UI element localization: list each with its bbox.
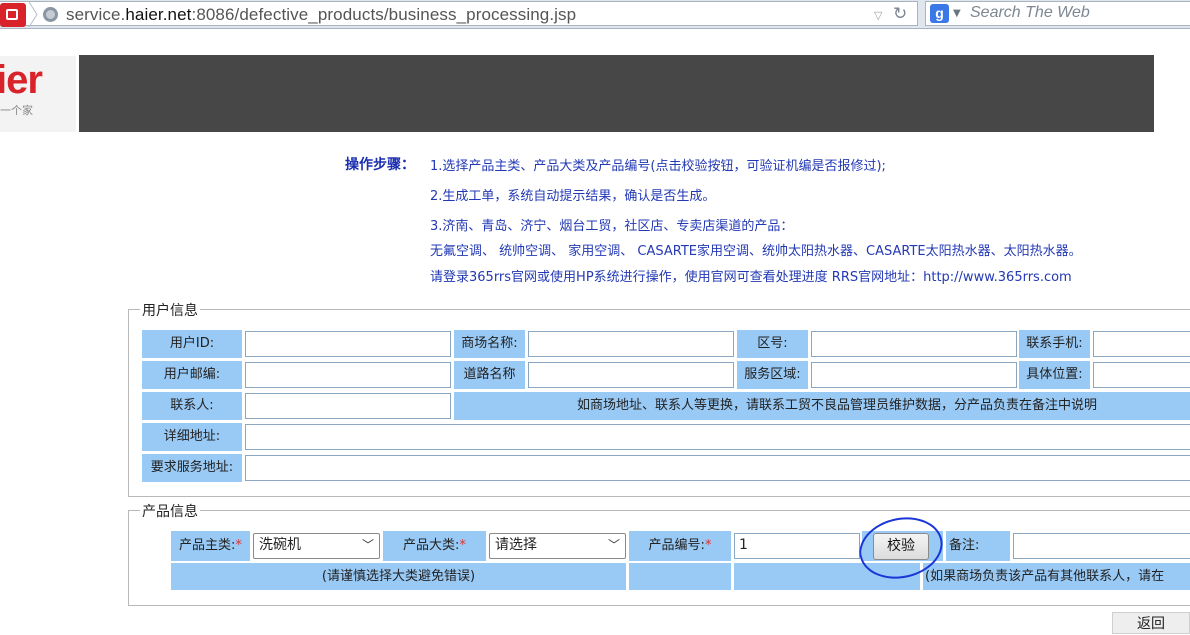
mobile-input[interactable]: [1093, 331, 1190, 357]
reload-icon[interactable]: ↻: [893, 4, 907, 24]
browser-toolbar: service.haier.net:8086/defective_product…: [0, 0, 1190, 29]
user-id-input[interactable]: [245, 331, 451, 357]
postcode-input[interactable]: [245, 362, 451, 388]
label-user-id: 用户ID:: [142, 330, 242, 358]
label-address: 详细地址:: [142, 423, 242, 451]
step-line-2: 2.生成工单，系统自动提示结果，确认是否生成。: [430, 189, 716, 204]
breadcrumb-arrow-icon: [28, 2, 38, 27]
contact-input[interactable]: [245, 393, 451, 419]
chevron-down-icon: ﹀: [361, 538, 374, 552]
category-select[interactable]: 请选择 ﹀: [489, 533, 626, 559]
haier-logo[interactable]: ier 一个家: [0, 56, 76, 132]
step-line-4: 无氟空调、 统帅空调、 家用空调、 CASARTE家用空调、统帅太阳热水器、CA…: [430, 244, 1082, 259]
web-search-box[interactable]: g ▼ Search The Web: [925, 1, 1190, 26]
logo-text: ier: [0, 58, 43, 102]
category-hint: (请谨慎选择大类避免错误): [171, 563, 626, 590]
header-banner: [79, 55, 1154, 132]
globe-icon: [43, 7, 58, 22]
label-remark: 备注:: [946, 531, 1010, 561]
label-postcode: 用户邮编:: [142, 361, 242, 389]
contact-change-notice: 如商场地址、联系人等更换，请联系工贸不良品管理员维护数据，分产品负责在备注中说明: [454, 392, 1190, 420]
product-code-input[interactable]: 1: [734, 533, 860, 559]
logo-subtext: 一个家: [0, 104, 33, 117]
google-search-engine-icon[interactable]: g: [930, 4, 949, 23]
back-button[interactable]: 返回: [1112, 612, 1190, 634]
required-mark: *: [704, 538, 712, 553]
empty-cell: [629, 563, 731, 590]
required-mark: *: [459, 538, 466, 553]
area-code-input[interactable]: [811, 331, 1017, 357]
label-category: 产品大类:*: [383, 531, 486, 561]
location-input[interactable]: [1093, 362, 1190, 388]
label-service-address: 要求服务地址:: [142, 454, 242, 482]
service-address-input[interactable]: [245, 455, 1190, 481]
label-location: 具体位置:: [1019, 361, 1090, 389]
road-input[interactable]: [528, 362, 734, 388]
search-placeholder[interactable]: Search The Web: [970, 4, 1090, 22]
remark-hint: (如果商场负责该产品有其他联系人，请在: [923, 563, 1190, 590]
service-area-input[interactable]: [811, 362, 1017, 388]
label-area-code: 区号:: [737, 330, 808, 358]
required-mark: *: [235, 538, 242, 553]
label-service-area: 服务区域:: [737, 361, 808, 389]
label-mobile: 联系手机:: [1019, 330, 1090, 358]
label-product-code: 产品编号:*: [629, 531, 731, 561]
address-input[interactable]: [245, 424, 1190, 450]
step-line-3: 3.济南、青岛、济宁、烟台工贸，社区店、专卖店渠道的产品：: [430, 219, 794, 234]
step-line-5: 请登录365rrs官网或使用HP系统进行操作，使用官网可查看处理进度 RRS官网…: [430, 270, 1072, 285]
product-info-legend: 产品信息: [140, 501, 200, 521]
address-bar[interactable]: service.haier.net:8086/defective_product…: [0, 1, 918, 27]
label-mall-name: 商场名称:: [454, 330, 525, 358]
main-category-select[interactable]: 洗碗机 ﹀: [253, 533, 380, 559]
step-line-1: 1.选择产品主类、产品大类及产品编号(点击校验按钮，可验证机编是否报修过);: [430, 159, 886, 174]
steps-label: 操作步骤：: [345, 157, 415, 173]
label-contact: 联系人:: [142, 392, 242, 420]
url-text[interactable]: service.haier.net:8086/defective_product…: [66, 5, 576, 25]
remark-input[interactable]: [1013, 533, 1190, 559]
app-icon[interactable]: [0, 3, 26, 27]
label-main-category: 产品主类:*: [171, 531, 250, 561]
label-road: 道路名称: [454, 361, 525, 389]
user-info-legend: 用户信息: [140, 300, 200, 320]
mall-name-input[interactable]: [528, 331, 734, 357]
chevron-down-icon: ﹀: [607, 538, 620, 552]
url-dropdown-icon[interactable]: ▽: [874, 9, 882, 22]
search-engine-dropdown-icon[interactable]: ▼: [953, 8, 961, 19]
